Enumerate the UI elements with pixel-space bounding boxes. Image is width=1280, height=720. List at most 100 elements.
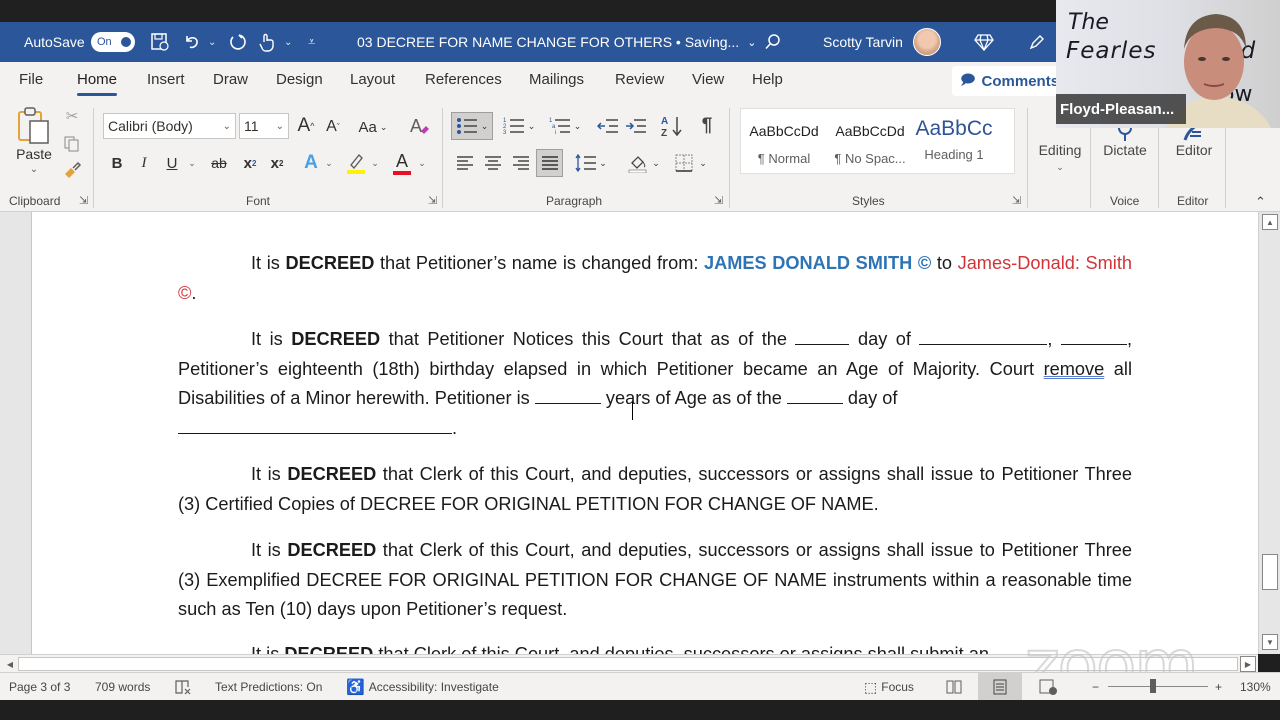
- undo-icon[interactable]: [182, 22, 202, 62]
- subscript-button[interactable]: x2: [241, 151, 259, 175]
- zoom-in-button[interactable]: +: [1215, 673, 1222, 701]
- bullets-button[interactable]: ⌄: [451, 112, 493, 140]
- comments-button[interactable]: 🗩 Comments: [952, 66, 1062, 96]
- redo-icon[interactable]: [227, 22, 247, 62]
- change-case-button[interactable]: Aa ⌄: [355, 115, 391, 139]
- collapse-ribbon-icon[interactable]: ⌃: [1255, 194, 1266, 210]
- blank-age[interactable]: [534, 386, 601, 405]
- style-normal[interactable]: AaBbCcDd ¶ Normal: [741, 109, 827, 173]
- undo-dropdown-icon[interactable]: ⌄: [208, 22, 216, 62]
- sort-icon[interactable]: AZ: [659, 112, 685, 140]
- underline-dropdown-icon[interactable]: ⌄: [186, 151, 198, 175]
- font-color-dropdown-icon[interactable]: ⌄: [417, 151, 427, 175]
- clear-formatting-icon[interactable]: A: [408, 113, 432, 139]
- text-predictions-status[interactable]: Text Predictions: On: [215, 673, 322, 701]
- underline-button[interactable]: U: [163, 151, 181, 175]
- cut-icon[interactable]: ✂: [62, 106, 82, 126]
- style-no-spacing[interactable]: AaBbCcDd ¶ No Spac...: [827, 109, 913, 173]
- video-overlay[interactable]: The Fearles yd ow Floyd-Pleasan...: [1056, 0, 1280, 128]
- style-heading-1[interactable]: AaBbCc Heading 1: [911, 109, 997, 173]
- tab-design[interactable]: Design: [276, 62, 323, 100]
- zoom-slider-thumb[interactable]: [1150, 679, 1156, 693]
- superscript-button[interactable]: x2: [268, 151, 286, 175]
- read-mode-icon[interactable]: [944, 673, 964, 701]
- grow-font-button[interactable]: A ^: [294, 113, 318, 139]
- dictate-button[interactable]: Dictate: [1098, 142, 1152, 158]
- blank-day[interactable]: [795, 327, 850, 345]
- zoom-level[interactable]: 130%: [1240, 673, 1271, 701]
- touch-mode-icon[interactable]: [258, 22, 276, 62]
- align-left-icon[interactable]: [453, 150, 477, 176]
- tab-file[interactable]: File: [19, 62, 43, 100]
- highlight-button[interactable]: [345, 150, 367, 176]
- paste-dropdown-icon[interactable]: ⌄: [26, 164, 42, 175]
- grammar-flagged-word[interactable]: remove: [1044, 359, 1105, 379]
- font-name-combo[interactable]: Calibri (Body) ⌄: [103, 113, 236, 139]
- styles-launcher-icon[interactable]: ⇲: [1012, 194, 1021, 207]
- justify-icon[interactable]: [536, 149, 563, 177]
- strikethrough-button[interactable]: ab: [208, 151, 230, 175]
- zoom-out-button[interactable]: −: [1092, 673, 1099, 701]
- user-name[interactable]: Scotty Tarvin: [823, 22, 903, 62]
- line-spacing-button[interactable]: ⌄: [572, 150, 610, 176]
- tab-references[interactable]: References: [425, 62, 502, 100]
- tab-insert[interactable]: Insert: [147, 62, 185, 100]
- scroll-left-icon[interactable]: ◀: [2, 656, 18, 672]
- document-page[interactable]: It is DECREED that Petitioner’s name is …: [31, 212, 1258, 654]
- pen-icon[interactable]: [1028, 22, 1046, 62]
- page-count[interactable]: Page 3 of 3: [9, 673, 70, 701]
- tab-review[interactable]: Review: [615, 62, 664, 100]
- paragraph-launcher-icon[interactable]: ⇲: [714, 194, 723, 207]
- scroll-up-icon[interactable]: ▲: [1262, 214, 1278, 230]
- align-center-icon[interactable]: [481, 150, 505, 176]
- text-effects-dropdown-icon[interactable]: ⌄: [324, 151, 334, 175]
- blank-month[interactable]: [919, 327, 1048, 345]
- zoom-slider-track[interactable]: [1108, 686, 1208, 687]
- editing-dropdown-icon[interactable]: ⌄: [1050, 162, 1070, 173]
- blank-year[interactable]: [1060, 327, 1127, 345]
- tab-layout[interactable]: Layout: [350, 62, 395, 100]
- numbering-button[interactable]: 123 ⌄: [500, 112, 538, 140]
- proofing-icon[interactable]: [174, 673, 192, 701]
- editor-button[interactable]: Editor: [1168, 142, 1220, 158]
- shrink-font-button[interactable]: Aˇ: [322, 115, 344, 139]
- font-launcher-icon[interactable]: ⇲: [428, 194, 437, 207]
- font-size-combo[interactable]: 11 ⌄: [239, 113, 289, 139]
- paste-label[interactable]: Paste: [14, 146, 54, 162]
- scroll-right-icon[interactable]: ▶: [1240, 656, 1256, 672]
- paste-icon[interactable]: [16, 106, 52, 146]
- blank-day-2[interactable]: [786, 386, 843, 405]
- show-formatting-button[interactable]: ¶: [696, 112, 718, 140]
- vertical-scrollbar[interactable]: ▲ ▼: [1258, 212, 1280, 654]
- blank-date-line[interactable]: [178, 416, 452, 434]
- highlight-dropdown-icon[interactable]: ⌄: [370, 151, 380, 175]
- tab-mailings[interactable]: Mailings: [529, 62, 584, 100]
- tab-help[interactable]: Help: [752, 62, 783, 100]
- multilevel-list-button[interactable]: 1ai ⌄: [546, 112, 584, 140]
- editing-button[interactable]: Editing: [1035, 142, 1085, 158]
- focus-button[interactable]: ⬚ Focus: [864, 673, 914, 701]
- tab-draw[interactable]: Draw: [213, 62, 248, 100]
- document-title[interactable]: 03 DECREE FOR NAME CHANGE FOR OTHERS • S…: [357, 22, 756, 62]
- customize-qat-icon[interactable]: ⩡: [308, 22, 315, 62]
- diamond-icon[interactable]: [974, 22, 994, 62]
- tab-view[interactable]: View: [692, 62, 724, 100]
- document-area[interactable]: It is DECREED that Petitioner’s name is …: [0, 212, 1258, 654]
- autosave-toggle[interactable]: On: [91, 32, 135, 52]
- user-avatar[interactable]: [913, 28, 941, 56]
- scroll-down-icon[interactable]: ▼: [1262, 634, 1278, 650]
- text-effects-button[interactable]: A: [300, 151, 322, 175]
- copy-icon[interactable]: [62, 134, 82, 154]
- word-count[interactable]: 709 words: [95, 673, 150, 701]
- search-icon[interactable]: [764, 22, 782, 62]
- vertical-scroll-thumb[interactable]: [1262, 554, 1278, 590]
- save-icon[interactable]: [150, 22, 170, 62]
- bold-button[interactable]: B: [108, 151, 126, 175]
- format-painter-icon[interactable]: [62, 160, 82, 180]
- borders-button[interactable]: ⌄: [671, 150, 711, 176]
- touch-mode-dropdown-icon[interactable]: ⌄: [284, 22, 292, 62]
- clipboard-launcher-icon[interactable]: ⇲: [79, 194, 88, 207]
- font-color-button[interactable]: A: [390, 149, 414, 177]
- decrease-indent-icon[interactable]: [596, 112, 620, 140]
- web-layout-icon[interactable]: [1038, 673, 1058, 701]
